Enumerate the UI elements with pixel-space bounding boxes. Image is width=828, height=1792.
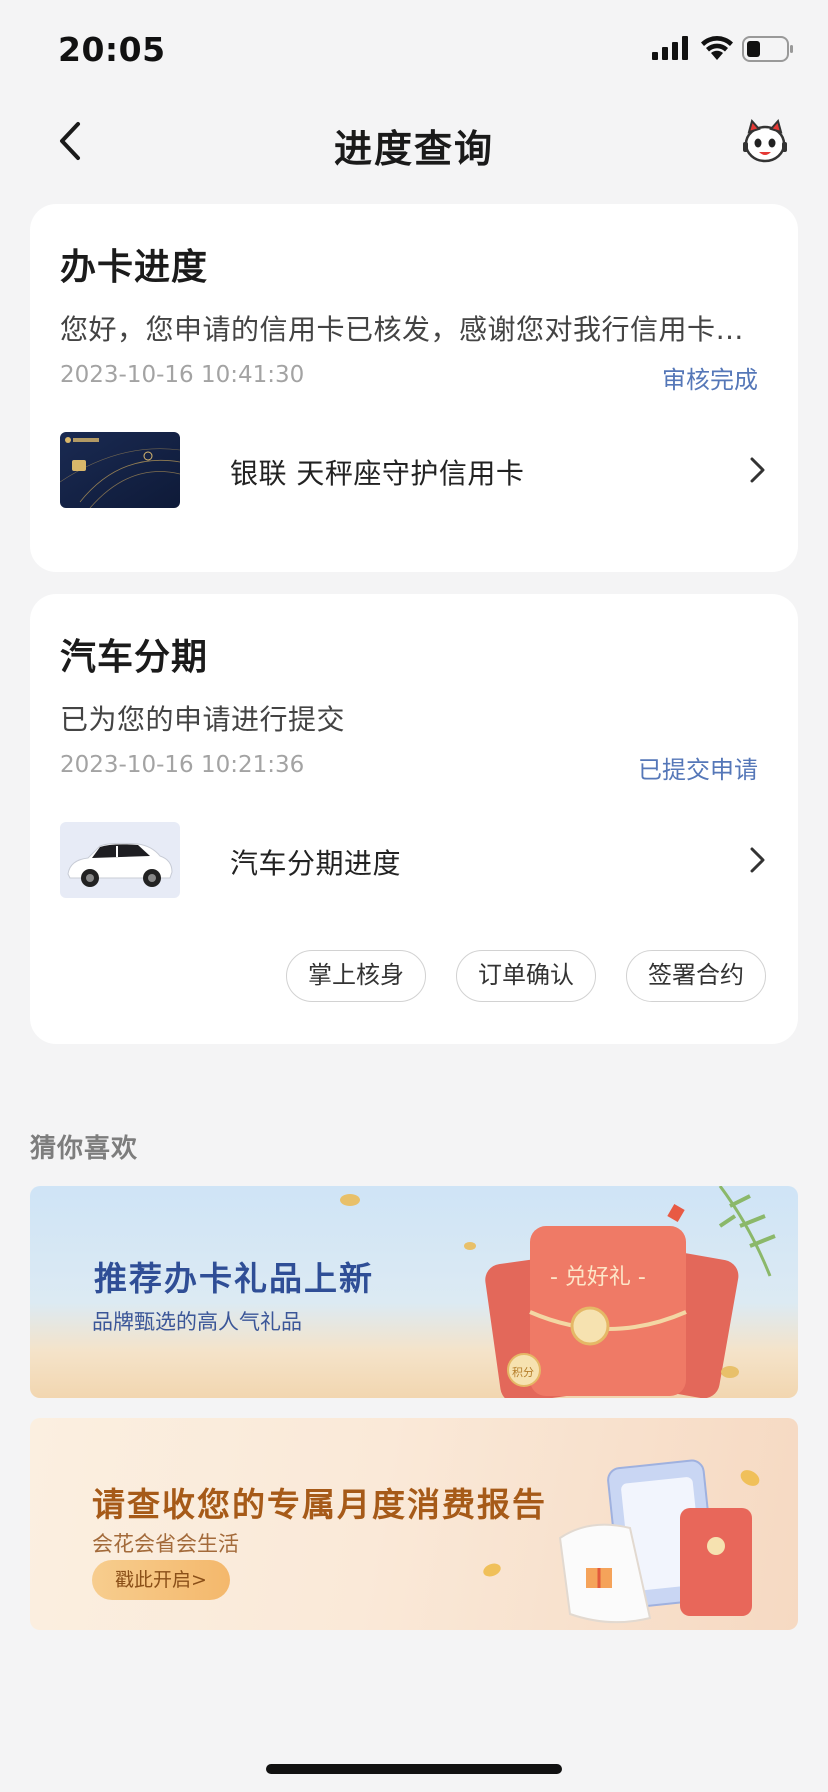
chevron-right-icon [750,847,765,873]
credit-card-name: 银联 天秤座守护信用卡 [230,457,525,490]
gift-banner[interactable]: - 兑好礼 - 积分 推荐办卡礼品上新 品牌甄选的高人气礼品 [30,1186,798,1398]
car-thumbnail [60,822,180,898]
home-indicator[interactable] [266,1764,562,1774]
wifi-icon [701,36,733,60]
spending-report-banner[interactable]: 请查收您的专属月度消费报告 会花会省会生活 戳此开启> [30,1418,798,1630]
auto-installment-item[interactable]: 汽车分期进度 [60,822,768,900]
card-timestamp: 2023-10-16 10:21:36 [60,752,305,778]
card-timestamp: 2023-10-16 10:41:30 [60,362,305,388]
banner-title: 推荐办卡礼品上新 [94,1259,374,1298]
nav-bar: 进度查询 [0,100,828,182]
banner-subtitle: 会花会省会生活 [92,1532,239,1556]
identity-verify-button[interactable]: 掌上核身 [286,950,426,1002]
sign-contract-button[interactable]: 签署合约 [626,950,766,1002]
card-message: 已为您的申请进行提交 [60,703,346,736]
status-bar: 20:05 [0,0,828,100]
card-title: 办卡进度 [60,247,209,288]
status-time: 20:05 [58,30,166,69]
battery-icon [742,36,793,62]
chevron-right-icon [750,457,765,483]
open-report-button[interactable]: 戳此开启> [92,1560,230,1600]
page-title: 进度查询 [333,127,494,171]
auto-installment-label: 汽车分期进度 [230,847,402,880]
credit-card-thumbnail [60,432,180,508]
cellular-signal-icon [652,36,688,60]
mascot-icon[interactable] [740,116,790,166]
card-application-progress: 办卡进度 您好，您申请的信用卡已核发，感谢您对我行信用卡的… 2023-10-1… [30,204,798,572]
card-auto-installment: 汽车分期 已为您的申请进行提交 2023-10-16 10:21:36 已提交申… [30,594,798,1044]
action-buttons: 掌上核身 订单确认 签署合约 [286,950,768,1004]
card-title: 汽车分期 [60,637,209,678]
order-confirm-button[interactable]: 订单确认 [456,950,596,1002]
status-label: 已提交申请 [638,756,758,784]
card-message: 您好，您申请的信用卡已核发，感谢您对我行信用卡的… [60,313,770,346]
points-badge-text: 积分 [512,1366,534,1379]
section-title: 猜你喜欢 [30,1134,139,1164]
banner-title: 请查收您的专属月度消费报告 [92,1485,547,1524]
status-label: 审核完成 [662,366,758,394]
banner-subtitle: 品牌甄选的高人气礼品 [92,1310,302,1334]
gift-art-text: - 兑好礼 - [550,1265,646,1290]
credit-card-item[interactable]: 银联 天秤座守护信用卡 [60,432,768,510]
